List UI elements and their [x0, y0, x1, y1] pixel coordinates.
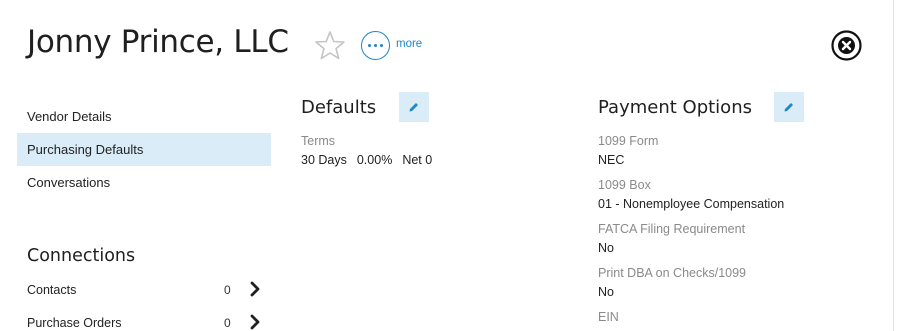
connection-label: Purchase Orders [27, 316, 122, 330]
connections-heading: Connections [27, 246, 136, 266]
payment-options-heading: Payment Options [598, 97, 752, 118]
connection-count: 0 [224, 283, 231, 297]
terms-value: 30 Days 0.00% Net 0 [301, 153, 442, 167]
nav-item-label: Purchasing Defaults [27, 142, 144, 157]
pencil-icon [409, 103, 418, 112]
fatca-value: No [598, 241, 614, 255]
chevron-right-icon[interactable] [248, 313, 262, 331]
box-1099-label: 1099 Box [598, 178, 651, 192]
nav-item-label: Vendor Details [27, 109, 112, 124]
chevron-right-icon[interactable] [248, 280, 262, 298]
nav-item-vendor-details[interactable]: Vendor Details [17, 100, 271, 133]
page-title: Jonny Prince, LLC [27, 24, 289, 60]
more-dots-icon[interactable] [361, 31, 390, 60]
nav-item-conversations[interactable]: Conversations [17, 166, 271, 199]
form-1099-label: 1099 Form [598, 134, 659, 148]
terms-label: Terms [301, 134, 336, 148]
print-dba-value: No [598, 285, 614, 299]
more-link[interactable]: more [396, 38, 422, 50]
terms-days: 30 Days [301, 153, 347, 167]
pencil-icon [784, 103, 793, 112]
ein-label: EIN [598, 310, 619, 324]
terms-discount: 0.00% [356, 153, 393, 167]
box-1099-value: 01 - Nonemployee Compensation [598, 197, 785, 211]
connection-count: 0 [224, 316, 231, 330]
edit-payment-options-button[interactable] [774, 92, 804, 122]
print-dba-label: Print DBA on Checks/1099 [598, 266, 746, 280]
terms-net: Net 0 [402, 153, 433, 167]
edit-defaults-button[interactable] [399, 92, 429, 122]
favorite-star-icon[interactable] [314, 30, 346, 60]
connection-row-contacts[interactable]: Contacts 0 [27, 280, 263, 302]
close-icon[interactable] [831, 30, 862, 61]
panel-divider [893, 0, 894, 331]
nav-item-purchasing-defaults[interactable]: Purchasing Defaults [17, 133, 271, 166]
nav-item-label: Conversations [27, 175, 111, 190]
defaults-heading: Defaults [301, 97, 377, 118]
form-1099-value: NEC [598, 153, 625, 167]
connection-label: Contacts [27, 283, 77, 297]
connection-row-purchase-orders[interactable]: Purchase Orders 0 [27, 313, 263, 331]
fatca-label: FATCA Filing Requirement [598, 222, 746, 236]
